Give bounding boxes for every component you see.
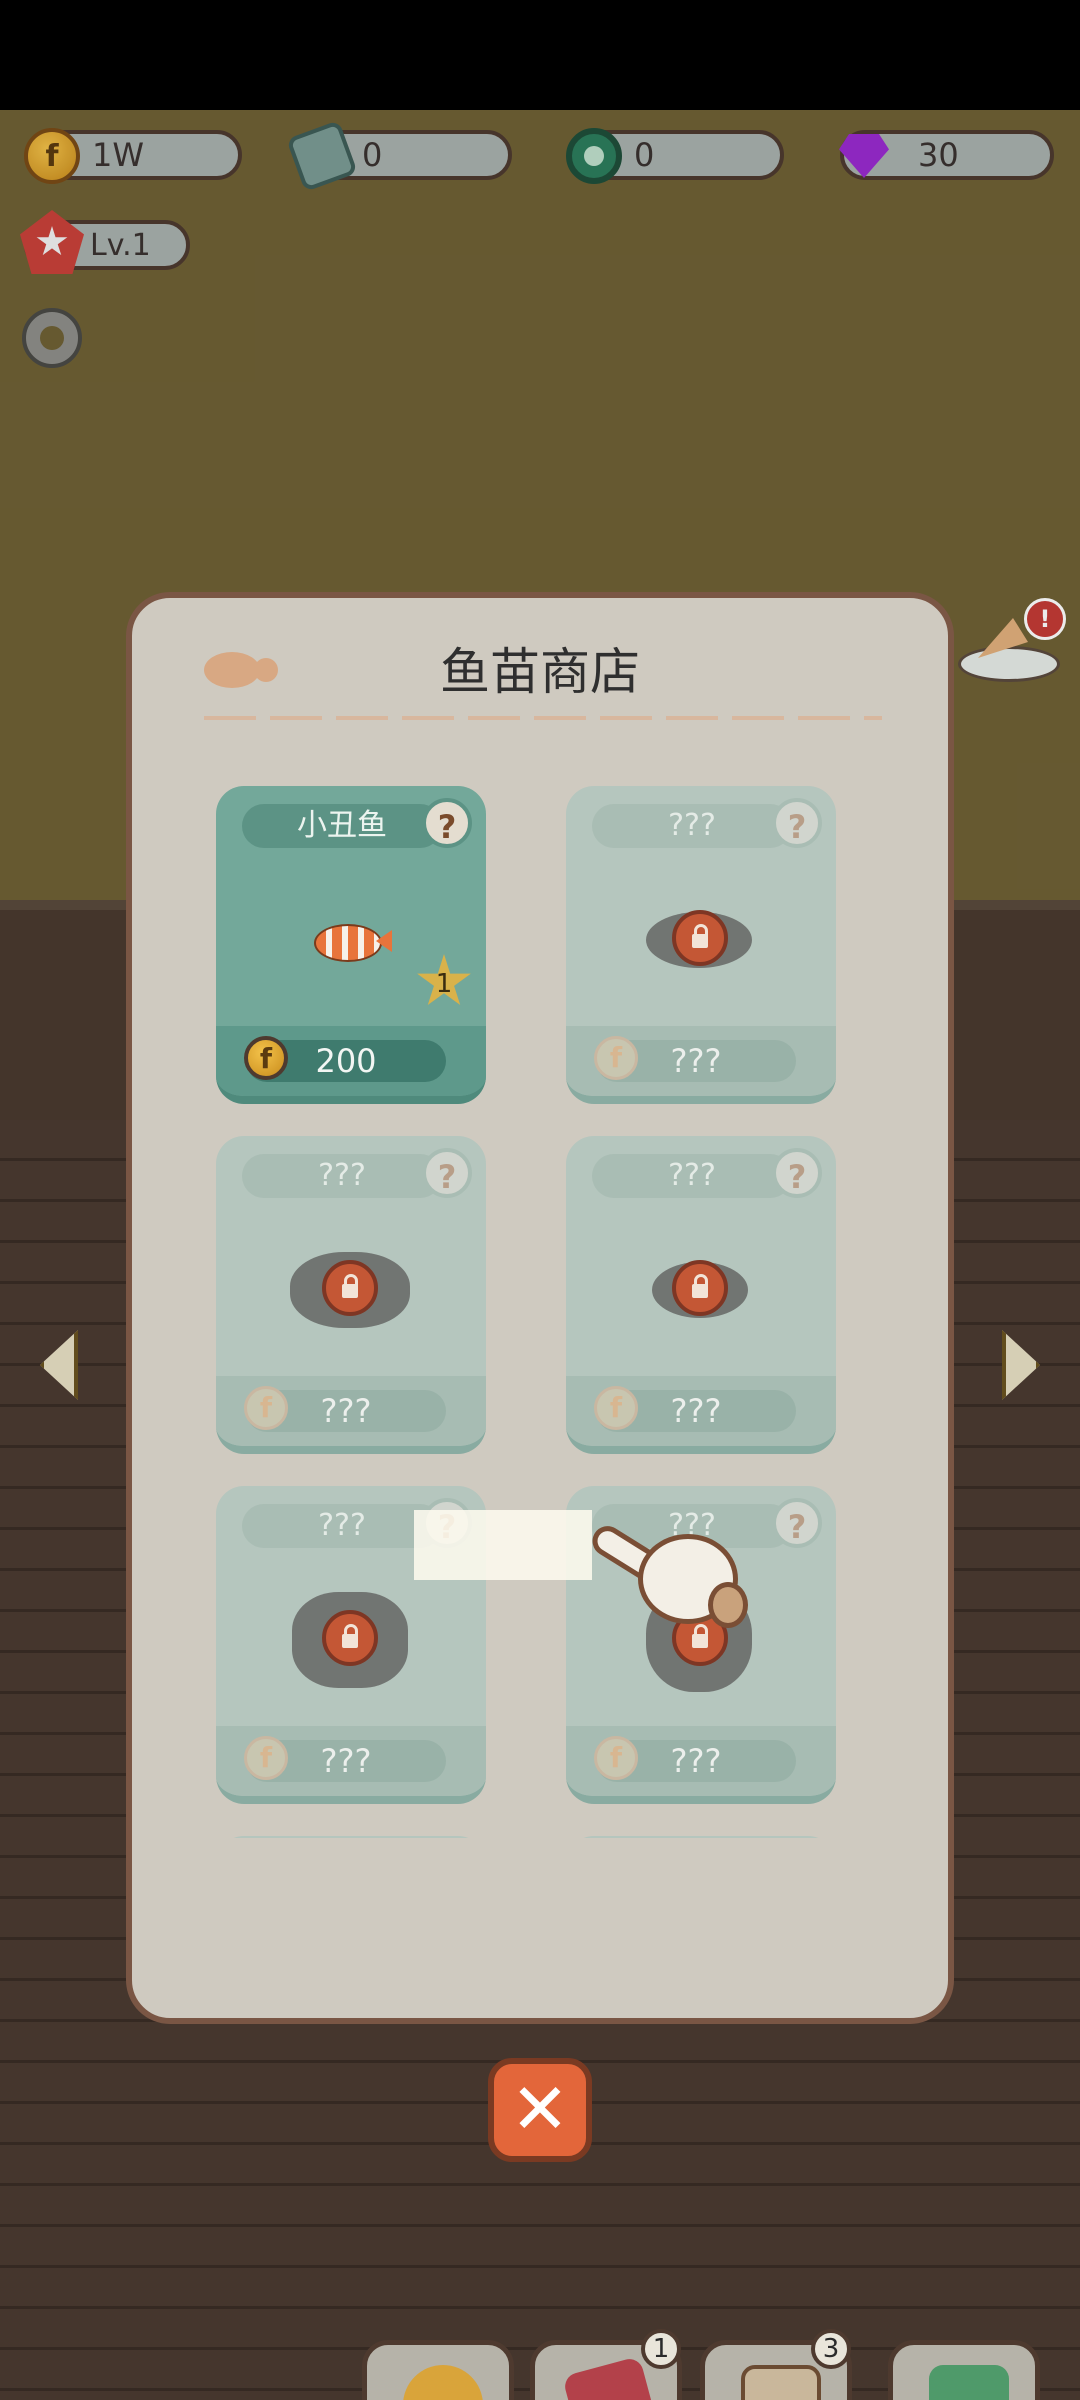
nav-promote-button[interactable]: 1 宣传 bbox=[530, 2329, 682, 2400]
fish-name: ??? bbox=[242, 1504, 442, 1548]
coin-icon: f bbox=[244, 1036, 288, 1080]
fish-card-locked[interactable]: ??? ? ??? f bbox=[566, 786, 836, 1104]
coin-icon: f bbox=[594, 1736, 638, 1780]
fish-star-badge: 1 bbox=[417, 954, 471, 1005]
bottom-nav: 捕鱼 1 宣传 3 目标 图鉴 bbox=[0, 2329, 1080, 2400]
fish-card-locked[interactable]: ??? ? ??? f bbox=[566, 1136, 836, 1454]
submarine-icon bbox=[403, 2365, 483, 2400]
fish-card-locked[interactable] bbox=[566, 1836, 836, 1838]
help-icon[interactable]: ? bbox=[772, 798, 822, 848]
fish-grid[interactable]: 小丑鱼 ? 1 200 f ??? ? ??? f ??? ? ??? f ??… bbox=[216, 786, 836, 1838]
lock-icon bbox=[672, 910, 728, 966]
flyer-icon bbox=[562, 2356, 660, 2400]
coin-icon: f bbox=[594, 1386, 638, 1430]
fry-shop-dialog: 鱼苗商店 小丑鱼 ? 1 200 f ??? ? ??? f ??? ? ???… bbox=[126, 592, 954, 2024]
coin-icon: f bbox=[244, 1736, 288, 1780]
help-icon[interactable]: ? bbox=[772, 1148, 822, 1198]
hand-cuff bbox=[708, 1582, 748, 1628]
fish-card-clownfish[interactable]: 小丑鱼 ? 1 200 f bbox=[216, 786, 486, 1104]
clownfish-icon bbox=[314, 924, 382, 962]
help-icon[interactable]: ? bbox=[422, 798, 472, 848]
status-bar bbox=[0, 0, 1080, 110]
coin-icon: f bbox=[244, 1386, 288, 1430]
notification-badge: 3 bbox=[811, 2329, 851, 2369]
lock-icon bbox=[672, 1260, 728, 1316]
fish-book-icon bbox=[929, 2365, 1009, 2400]
fish-card-locked[interactable] bbox=[216, 1836, 486, 1838]
lock-icon bbox=[322, 1260, 378, 1316]
price-bar[interactable]: ??? f bbox=[216, 1726, 486, 1796]
pointing-hand-icon bbox=[586, 1520, 758, 1640]
help-icon[interactable]: ? bbox=[772, 1498, 822, 1548]
lock-icon bbox=[322, 1610, 378, 1666]
notification-badge: 1 bbox=[641, 2329, 681, 2369]
close-button[interactable]: ✕ bbox=[488, 2058, 592, 2162]
tutorial-highlight bbox=[414, 1510, 592, 1580]
fish-name: ??? bbox=[592, 1154, 792, 1198]
nav-goals-button[interactable]: 3 目标 bbox=[700, 2329, 852, 2400]
title-divider bbox=[204, 716, 882, 720]
game-scene: f 1W 0 0 30 Lv.1 ! 鱼苗商店 小丑鱼 ? 1 200 f ??… bbox=[0, 110, 1080, 2400]
fish-name: ??? bbox=[242, 1154, 442, 1198]
fish-name: 小丑鱼 bbox=[242, 804, 442, 848]
price-bar[interactable]: 200 f bbox=[216, 1026, 486, 1096]
nav-fishing-button[interactable]: 捕鱼 bbox=[362, 2340, 514, 2400]
coin-icon: f bbox=[594, 1036, 638, 1080]
checklist-icon bbox=[741, 2365, 821, 2400]
fish-card-locked[interactable]: ??? ? ??? f bbox=[216, 1136, 486, 1454]
nav-encyclopedia-button[interactable]: 图鉴 bbox=[888, 2340, 1040, 2400]
price-bar[interactable]: ??? f bbox=[566, 1726, 836, 1796]
dialog-title: 鱼苗商店 bbox=[440, 643, 640, 701]
help-icon[interactable]: ? bbox=[422, 1148, 472, 1198]
price-bar[interactable]: ??? f bbox=[566, 1376, 836, 1446]
fish-name: ??? bbox=[592, 804, 792, 848]
price-bar[interactable]: ??? f bbox=[566, 1026, 836, 1096]
price-bar[interactable]: ??? f bbox=[216, 1376, 486, 1446]
